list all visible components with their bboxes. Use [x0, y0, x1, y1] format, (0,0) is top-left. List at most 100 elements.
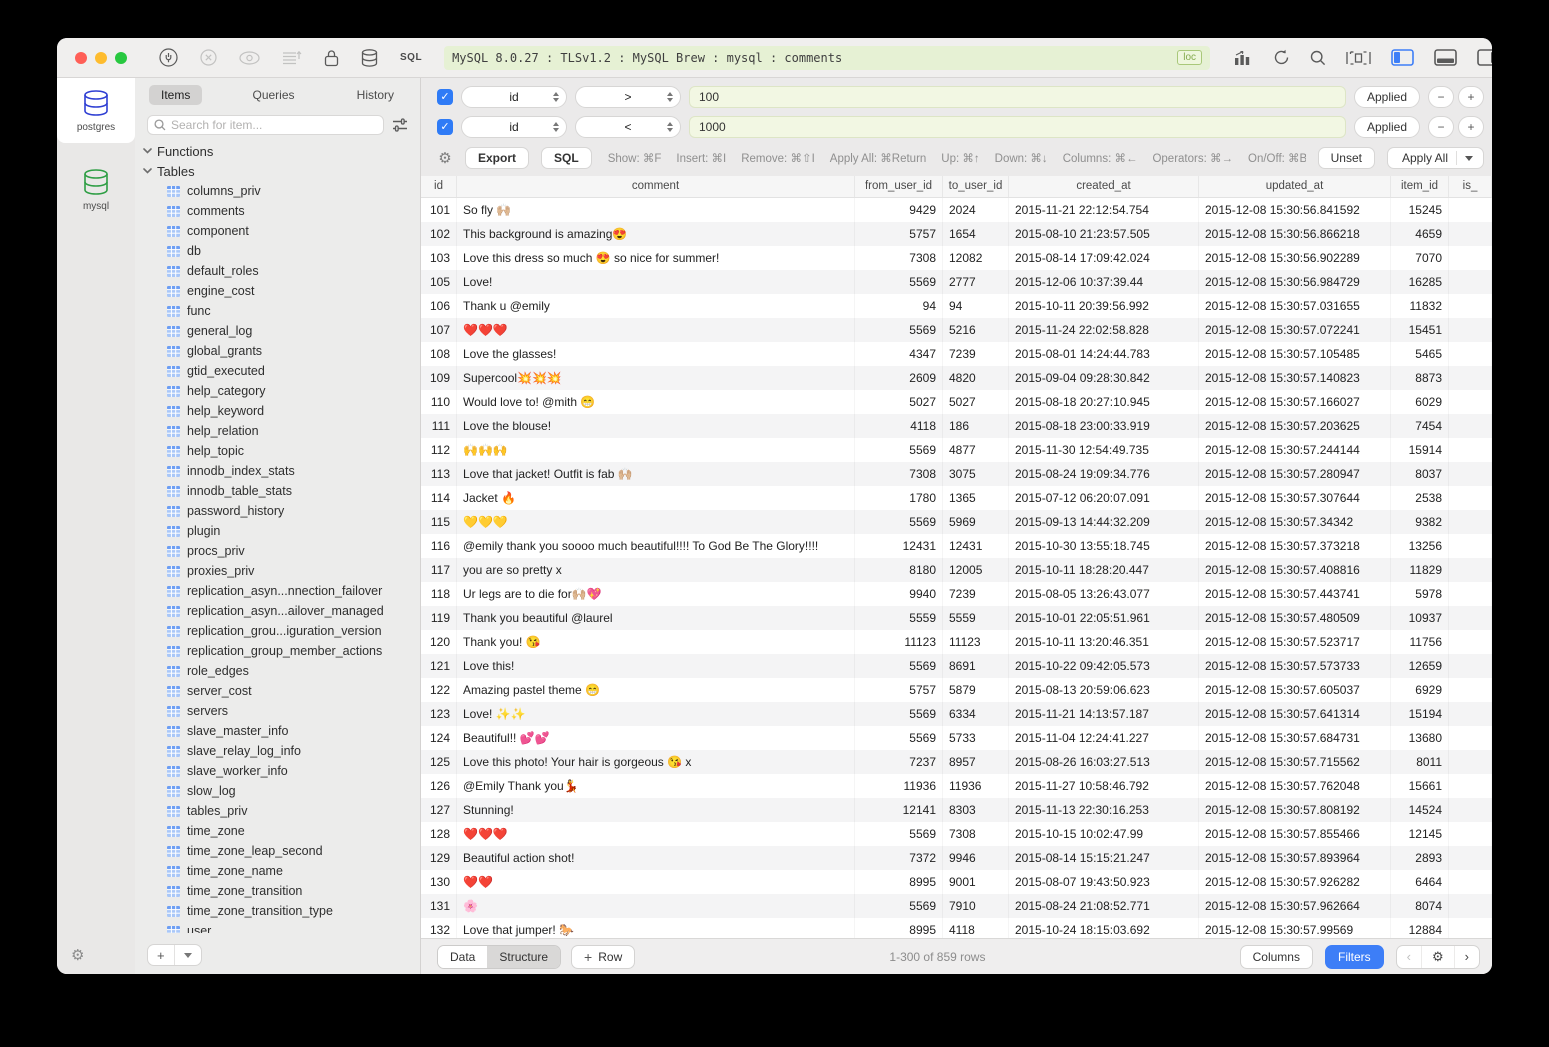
cell-from_user_id[interactable]: 5569 [855, 438, 943, 462]
cell-created_at[interactable]: 2015-08-05 13:26:43.077 [1009, 582, 1199, 606]
cell-item_id[interactable]: 12659 [1391, 654, 1449, 678]
cell-item_id[interactable]: 12884 [1391, 918, 1449, 938]
cell-created_at[interactable]: 2015-10-24 18:15:03.692 [1009, 918, 1199, 938]
cell-id[interactable]: 131 [421, 894, 457, 918]
sidebar-item-replication_grou...iguration_version[interactable]: replication_grou...iguration_version [143, 621, 420, 641]
cell-comment[interactable]: @emily thank you soooo much beautiful!!!… [457, 534, 855, 558]
cell-to_user_id[interactable]: 1365 [943, 486, 1009, 510]
cell-comment[interactable]: Love! [457, 270, 855, 294]
table-row[interactable]: 129Beautiful action shot!737299462015-08… [421, 846, 1492, 870]
cell-comment[interactable]: Jacket 🔥 [457, 486, 855, 510]
cell-updated_at[interactable]: 2015-12-08 15:30:57.893964 [1199, 846, 1391, 870]
cell-created_at[interactable]: 2015-08-24 21:08:52.771 [1009, 894, 1199, 918]
cell-from_user_id[interactable]: 12431 [855, 534, 943, 558]
cell-from_user_id[interactable]: 5569 [855, 894, 943, 918]
sidebar-item-time_zone_transition[interactable]: time_zone_transition [143, 881, 420, 901]
cell-from_user_id[interactable]: 9940 [855, 582, 943, 606]
cell-updated_at[interactable]: 2015-12-08 15:30:57.140823 [1199, 366, 1391, 390]
cell-is_[interactable] [1449, 414, 1492, 438]
cell-item_id[interactable]: 8074 [1391, 894, 1449, 918]
cell-id[interactable]: 124 [421, 726, 457, 750]
cell-from_user_id[interactable]: 8995 [855, 870, 943, 894]
filter-column-select[interactable]: id [461, 86, 567, 108]
cell-to_user_id[interactable]: 11123 [943, 630, 1009, 654]
table-row[interactable]: 122Amazing pastel theme 😁575758792015-08… [421, 678, 1492, 702]
cell-updated_at[interactable]: 2015-12-08 15:30:56.984729 [1199, 270, 1391, 294]
table-row[interactable]: 102This background is amazing😍5757165420… [421, 222, 1492, 246]
cell-item_id[interactable]: 8011 [1391, 750, 1449, 774]
settings-gear-icon[interactable]: ⚙ [71, 946, 84, 964]
cell-from_user_id[interactable]: 5569 [855, 318, 943, 342]
cell-is_[interactable] [1449, 510, 1492, 534]
cell-is_[interactable] [1449, 486, 1492, 510]
cell-from_user_id[interactable]: 12141 [855, 798, 943, 822]
cell-updated_at[interactable]: 2015-12-08 15:30:57.684731 [1199, 726, 1391, 750]
cell-to_user_id[interactable]: 8303 [943, 798, 1009, 822]
cell-comment[interactable]: ❤️❤️ [457, 870, 855, 894]
cell-item_id[interactable]: 15194 [1391, 702, 1449, 726]
cell-from_user_id[interactable]: 2609 [855, 366, 943, 390]
queue-icon[interactable] [282, 50, 302, 65]
table-row[interactable]: 117you are so pretty x8180120052015-10-1… [421, 558, 1492, 582]
cell-comment[interactable]: ❤️❤️❤️ [457, 822, 855, 846]
sidebar-item-general_log[interactable]: general_log [143, 321, 420, 341]
cell-from_user_id[interactable]: 5569 [855, 726, 943, 750]
cell-to_user_id[interactable]: 8691 [943, 654, 1009, 678]
disconnect-icon[interactable] [200, 49, 217, 66]
cell-created_at[interactable]: 2015-12-06 10:37:39.44 [1009, 270, 1199, 294]
sidebar-item-help_keyword[interactable]: help_keyword [143, 401, 420, 421]
cell-created_at[interactable]: 2015-11-21 14:13:57.187 [1009, 702, 1199, 726]
column-header-to_user_id[interactable]: to_user_id [943, 176, 1009, 197]
cell-comment[interactable]: Would love to! @mith 😁 [457, 390, 855, 414]
cell-from_user_id[interactable]: 8995 [855, 918, 943, 938]
table-row[interactable]: 124Beautiful!! 💕💕556957332015-11-04 12:2… [421, 726, 1492, 750]
sidebar-item-innodb_table_stats[interactable]: innodb_table_stats [143, 481, 420, 501]
cell-updated_at[interactable]: 2015-12-08 15:30:57.244144 [1199, 438, 1391, 462]
column-header-item_id[interactable]: item_id [1391, 176, 1449, 197]
cell-id[interactable]: 117 [421, 558, 457, 582]
preview-icon[interactable] [239, 51, 260, 65]
table-row[interactable]: 103Love this dress so much 😍 so nice for… [421, 246, 1492, 270]
cell-updated_at[interactable]: 2015-12-08 15:30:57.280947 [1199, 462, 1391, 486]
cell-created_at[interactable]: 2015-10-22 09:42:05.573 [1009, 654, 1199, 678]
minimize-window-button[interactable] [95, 52, 107, 64]
cell-item_id[interactable]: 11832 [1391, 294, 1449, 318]
table-row[interactable]: 130❤️❤️899590012015-08-07 19:43:50.92320… [421, 870, 1492, 894]
sidebar-item-help_relation[interactable]: help_relation [143, 421, 420, 441]
cell-is_[interactable] [1449, 918, 1492, 938]
sidebar-item-password_history[interactable]: password_history [143, 501, 420, 521]
cell-comment[interactable]: Beautiful action shot! [457, 846, 855, 870]
cell-to_user_id[interactable]: 12431 [943, 534, 1009, 558]
cell-item_id[interactable]: 15245 [1391, 198, 1449, 222]
cell-to_user_id[interactable]: 94 [943, 294, 1009, 318]
cell-from_user_id[interactable]: 7372 [855, 846, 943, 870]
sidebar-item-slow_log[interactable]: slow_log [143, 781, 420, 801]
add-filter-button[interactable]: + [1458, 116, 1484, 138]
cell-id[interactable]: 118 [421, 582, 457, 606]
cell-item_id[interactable]: 14524 [1391, 798, 1449, 822]
cell-updated_at[interactable]: 2015-12-08 15:30:57.715562 [1199, 750, 1391, 774]
cell-is_[interactable] [1449, 750, 1492, 774]
cell-to_user_id[interactable]: 5733 [943, 726, 1009, 750]
cell-from_user_id[interactable]: 5569 [855, 822, 943, 846]
cell-is_[interactable] [1449, 462, 1492, 486]
cell-updated_at[interactable]: 2015-12-08 15:30:57.926282 [1199, 870, 1391, 894]
item-search[interactable] [147, 115, 384, 135]
add-item-menu-button[interactable] [174, 945, 201, 965]
cell-to_user_id[interactable]: 8957 [943, 750, 1009, 774]
cell-is_[interactable] [1449, 726, 1492, 750]
cell-from_user_id[interactable]: 7237 [855, 750, 943, 774]
sidebar-item-server_cost[interactable]: server_cost [143, 681, 420, 701]
cell-is_[interactable] [1449, 798, 1492, 822]
cell-updated_at[interactable]: 2015-12-08 15:30:56.866218 [1199, 222, 1391, 246]
cell-from_user_id[interactable]: 5757 [855, 678, 943, 702]
cell-to_user_id[interactable]: 4820 [943, 366, 1009, 390]
cell-comment[interactable]: Love that jacket! Outfit is fab 🙌🏼 [457, 462, 855, 486]
cell-is_[interactable] [1449, 702, 1492, 726]
cell-comment[interactable]: Ur legs are to die for🙌🏼💖 [457, 582, 855, 606]
remove-filter-button[interactable]: − [1428, 116, 1454, 138]
cell-created_at[interactable]: 2015-08-14 15:15:21.247 [1009, 846, 1199, 870]
cell-created_at[interactable]: 2015-08-14 17:09:42.024 [1009, 246, 1199, 270]
close-window-button[interactable] [75, 52, 87, 64]
cell-id[interactable]: 130 [421, 870, 457, 894]
